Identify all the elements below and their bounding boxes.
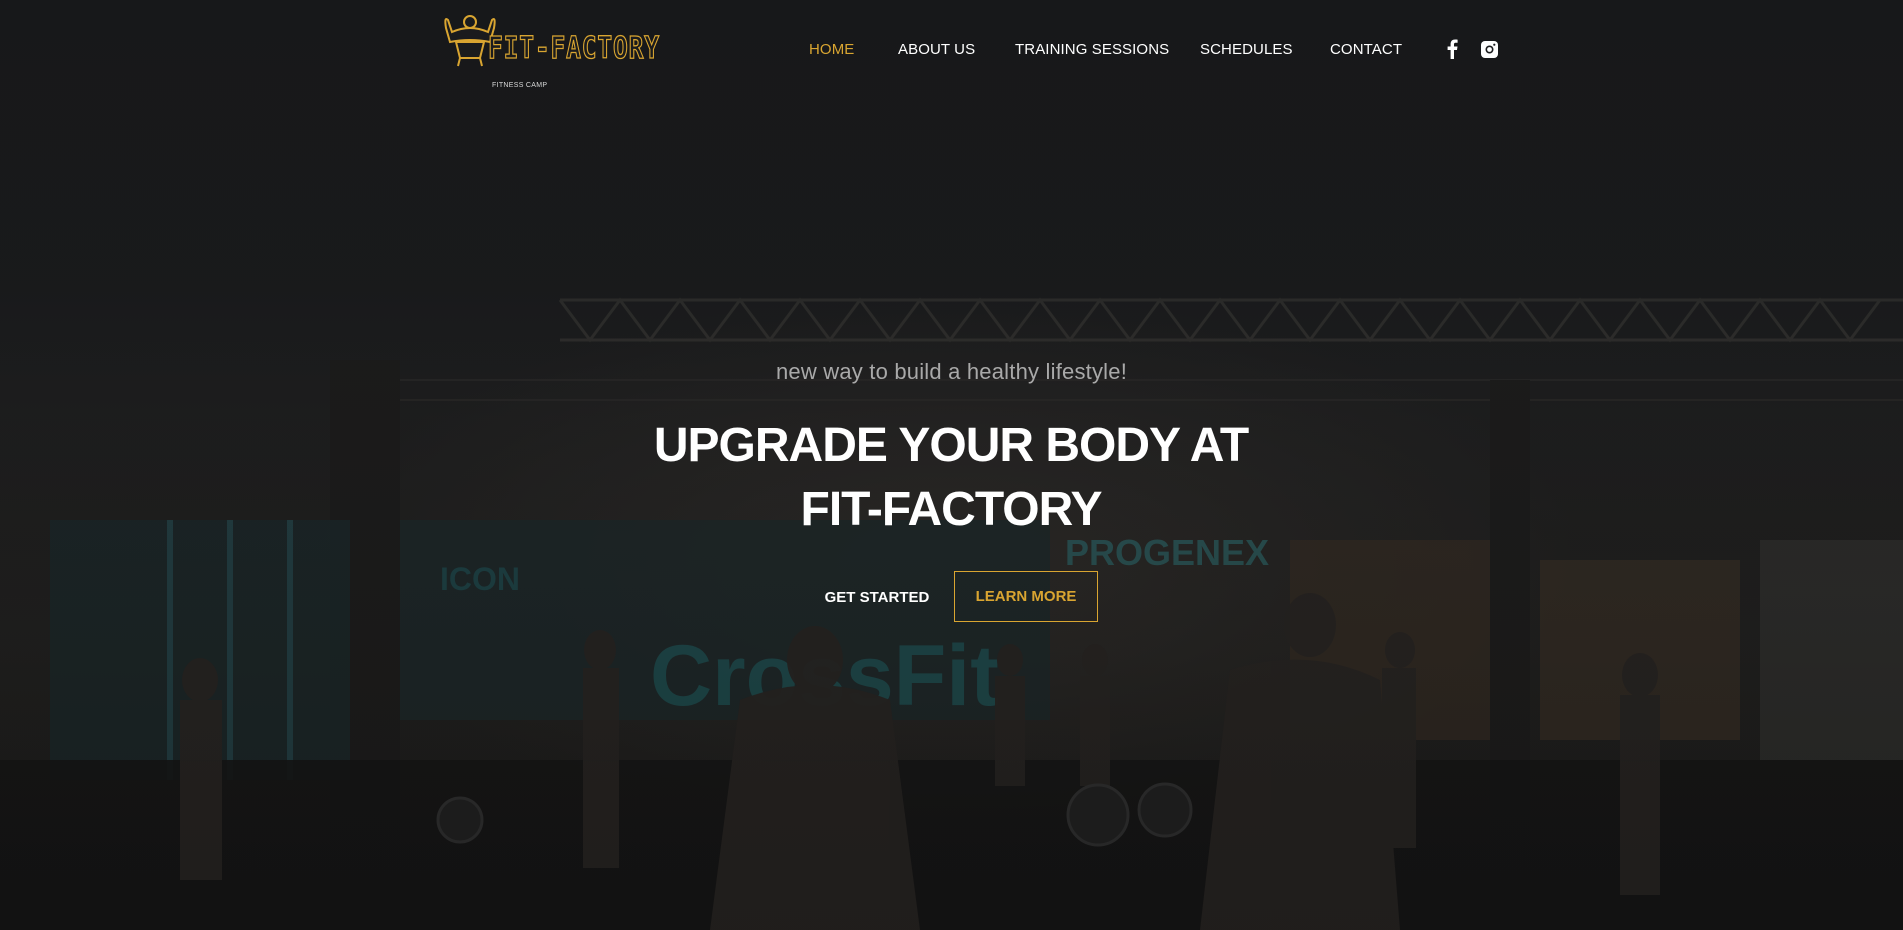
nav-item-about-us[interactable]: ABOUT US — [898, 41, 975, 58]
nav-item-home[interactable]: HOME — [809, 41, 854, 58]
hero-title-line-2: FIT-FACTORY — [800, 483, 1103, 536]
nav-item-training-sessions[interactable]: TRAINING SESSIONS — [1015, 41, 1169, 58]
hero-title: UPGRADE YOUR BODY AT FIT-FACTORY — [551, 414, 1351, 542]
brand-tagline: FITNESS CAMP — [492, 82, 548, 89]
site-header: FIT-FACTORY FITNESS CAMP HOME ABOUT US T… — [0, 0, 1903, 100]
landing-page: CrossFit ICON PROGENEX — [0, 0, 1903, 930]
instagram-icon[interactable] — [1479, 39, 1499, 59]
get-started-button[interactable]: GET STARTED — [810, 572, 944, 622]
brand-name: FIT-FACTORY — [487, 31, 660, 66]
hero-subtitle: new way to build a healthy lifestyle! — [775, 359, 1128, 384]
facebook-icon[interactable] — [1442, 39, 1462, 59]
nav-item-schedules[interactable]: SCHEDULES — [1200, 41, 1293, 58]
brand-logo[interactable]: FIT-FACTORY FITNESS CAMP — [440, 12, 670, 89]
learn-more-button[interactable]: LEARN MORE — [954, 571, 1098, 622]
hero-title-line-1: UPGRADE YOUR BODY AT — [653, 419, 1249, 472]
nav-item-contact[interactable]: CONTACT — [1330, 41, 1402, 58]
